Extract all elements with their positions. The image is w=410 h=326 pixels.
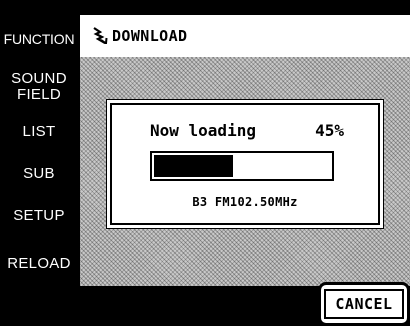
cancel-button-frame: CANCEL	[318, 282, 410, 326]
sidebar-item-function[interactable]: FUNCTION	[0, 31, 78, 47]
sidebar-item-sub[interactable]: SUB	[0, 166, 78, 182]
loading-label: Now loading	[150, 121, 256, 140]
background-pattern: Now loading 45% B3 FM102.50MHz CANCEL	[80, 57, 410, 326]
progress-fill	[154, 155, 233, 177]
sidebar-item-label: RELOAD	[7, 255, 71, 272]
loading-dialog: Now loading 45% B3 FM102.50MHz	[110, 103, 380, 225]
sidebar-item-label: FUNCTION	[3, 31, 75, 47]
progress-bar	[150, 151, 334, 181]
sidebar-item-label-line2: FIELD	[16, 86, 61, 103]
sidebar-item-label: SETUP	[13, 207, 65, 224]
station-info: B3 FM102.50MHz	[192, 195, 298, 209]
sidebar-item-label: SUB	[23, 165, 55, 182]
sidebar-item-list[interactable]: LIST	[0, 124, 78, 140]
download-icon	[93, 27, 108, 44]
sidebar-item-sound-field[interactable]: SOUND FIELD	[0, 71, 78, 103]
cancel-button[interactable]: CANCEL	[324, 289, 404, 319]
sidebar-menu: FUNCTION SOUND FIELD LIST SUB SETUP RELO…	[0, 0, 78, 286]
sidebar-item-setup[interactable]: SETUP	[0, 208, 78, 224]
sidebar-item-label: LIST	[22, 123, 56, 140]
screen: FUNCTION SOUND FIELD LIST SUB SETUP RELO…	[0, 0, 410, 326]
main-panel: DOWNLOAD Now loading 45% B3 FM102.50MHz …	[80, 15, 410, 326]
title-bar: DOWNLOAD	[80, 15, 410, 55]
page-title: DOWNLOAD	[112, 27, 188, 45]
loading-percent: 45%	[315, 121, 344, 140]
sidebar-item-reload[interactable]: RELOAD	[0, 256, 78, 272]
sidebar-item-label-line1: SOUND	[11, 70, 67, 87]
